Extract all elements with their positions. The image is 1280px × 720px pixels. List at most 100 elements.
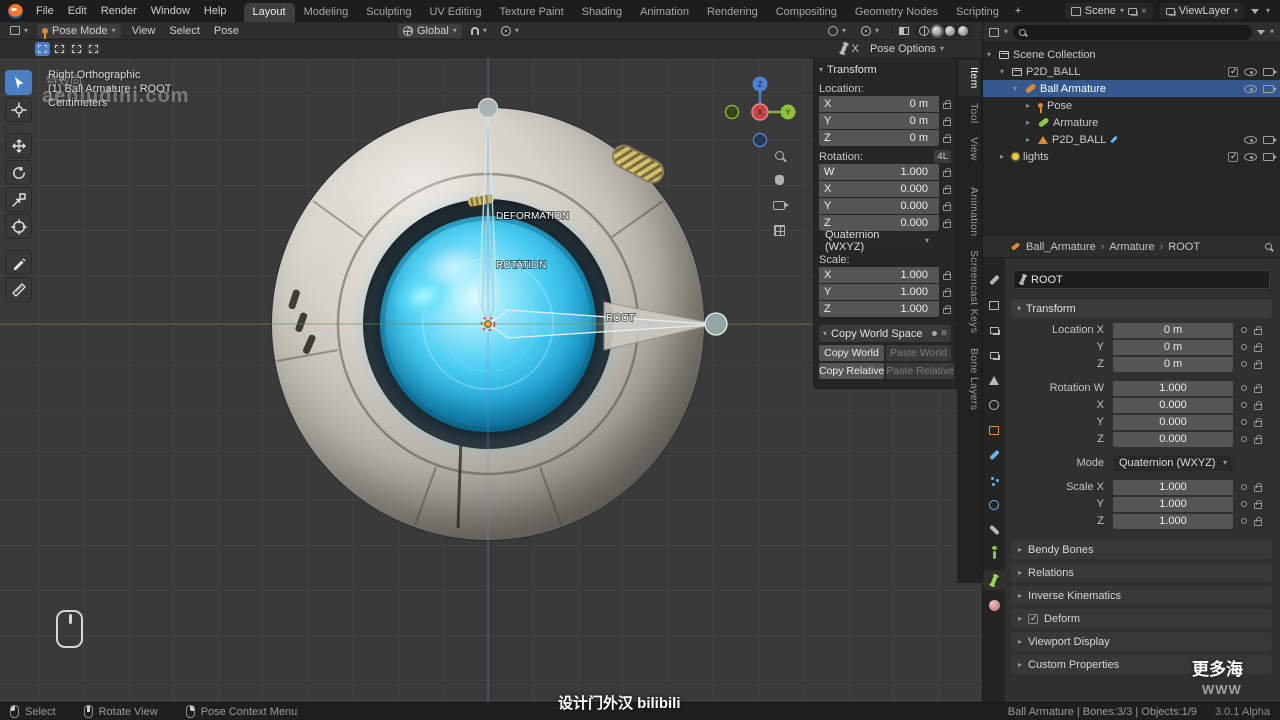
workspace-tab[interactable]: Layout — [243, 3, 295, 22]
number-field[interactable]: W 1.000 — [819, 164, 939, 180]
lock-icon[interactable] — [943, 99, 951, 109]
outliner-row-collection[interactable]: P2D_BALL — [983, 63, 1280, 80]
sidebar-tab[interactable]: Animation — [959, 180, 980, 243]
decorator-icon[interactable] — [1241, 501, 1247, 507]
tab-material[interactable] — [983, 595, 1005, 615]
menu-item[interactable]: Render — [94, 3, 144, 19]
decorator-icon[interactable] — [1241, 361, 1247, 367]
decorator-icon[interactable] — [1241, 436, 1247, 442]
workspace-tab[interactable]: Geometry Nodes — [846, 3, 947, 22]
lock-icon[interactable] — [1254, 359, 1262, 369]
viewport-menu-item[interactable]: Pose — [207, 23, 246, 39]
number-field[interactable]: 1.000 — [1113, 479, 1233, 495]
expand-caret-icon[interactable] — [983, 50, 995, 59]
tab-output[interactable] — [983, 320, 1005, 340]
tab-scene[interactable] — [983, 370, 1005, 390]
breadcrumb-data[interactable]: Armature — [1109, 241, 1154, 253]
hide-eye-icon[interactable] — [1244, 84, 1257, 93]
workspace-tab[interactable]: Texture Paint — [490, 3, 572, 22]
decorator-icon[interactable] — [1241, 402, 1247, 408]
tab-view-layer[interactable] — [983, 345, 1005, 365]
menu-item[interactable]: Help — [197, 3, 234, 19]
proportional-edit-toggle[interactable] — [496, 25, 524, 37]
menu-item[interactable]: File — [29, 3, 61, 19]
panel-inverse-kinematics[interactable]: Inverse Kinematics — [1011, 586, 1272, 605]
breadcrumb-bone[interactable]: ROOT — [1168, 241, 1200, 253]
decorator-icon[interactable] — [1241, 484, 1247, 490]
xray-toggle-icon[interactable] — [899, 26, 909, 35]
rotation-4l-toggle[interactable]: 4L — [934, 150, 951, 163]
panel-bendy-bones[interactable]: Bendy Bones — [1011, 540, 1272, 559]
render-camera-icon[interactable] — [1263, 135, 1277, 144]
hide-eye-icon[interactable] — [1244, 135, 1257, 144]
workspace-tab[interactable]: Shading — [573, 3, 631, 22]
tab-bone[interactable] — [983, 570, 1005, 590]
lock-icon[interactable] — [943, 167, 951, 177]
lock-icon[interactable] — [1254, 434, 1262, 444]
material-shading-icon[interactable] — [945, 25, 955, 36]
decorator-icon[interactable] — [1241, 419, 1247, 425]
copy-world-button[interactable]: Copy World — [819, 345, 884, 361]
add-workspace-button[interactable]: + — [1008, 3, 1028, 19]
number-field[interactable]: 1.000 — [1113, 496, 1233, 512]
toggle-grid-icon[interactable] — [770, 221, 788, 239]
filter-icon[interactable] — [1256, 29, 1265, 35]
search-input[interactable] — [1029, 26, 1246, 38]
number-field[interactable]: 0 m — [1113, 339, 1233, 355]
menu-item[interactable]: Window — [144, 3, 197, 19]
workspace-tab[interactable]: Modeling — [295, 3, 358, 22]
outliner-editor-icon[interactable] — [989, 27, 999, 37]
tool-transform[interactable] — [5, 214, 32, 239]
root-handle-sphere[interactable] — [704, 312, 728, 336]
viewport-menu-item[interactable]: Select — [162, 23, 207, 39]
exclude-checkbox[interactable] — [1228, 66, 1238, 77]
tool-annotate[interactable] — [5, 250, 32, 275]
lock-icon[interactable] — [1254, 499, 1262, 509]
number-field[interactable]: Z 0 m — [819, 130, 939, 146]
gizmo-z-neg-axis[interactable] — [752, 132, 768, 148]
tab-tool[interactable] — [983, 270, 1005, 290]
decorator-icon[interactable] — [1241, 327, 1247, 333]
number-field[interactable]: 1.000 — [1113, 513, 1233, 529]
chevron-down-icon[interactable] — [1004, 28, 1008, 36]
overlays-toggle[interactable] — [856, 25, 884, 37]
pan-hand-icon[interactable] — [770, 171, 788, 189]
mode-dropdown[interactable]: Pose Mode — [37, 23, 121, 39]
tool-rotate[interactable] — [5, 160, 32, 185]
lock-icon[interactable] — [1254, 400, 1262, 410]
tab-world[interactable] — [983, 395, 1005, 415]
chevron-down-icon[interactable] — [1266, 7, 1270, 15]
navigation-gizmo[interactable]: Z Y X — [722, 70, 798, 154]
lock-icon[interactable] — [1254, 342, 1262, 352]
exclude-checkbox[interactable] — [1228, 151, 1238, 162]
wireframe-shading-icon[interactable] — [919, 25, 929, 36]
tab-object[interactable] — [983, 420, 1005, 440]
transform-panel-header[interactable]: Transform — [819, 61, 951, 78]
snap-toggle[interactable] — [466, 26, 492, 36]
render-camera-icon[interactable] — [1263, 84, 1277, 93]
number-field[interactable]: X 0 m — [819, 96, 939, 112]
panel-relations[interactable]: Relations — [1011, 563, 1272, 582]
expand-caret-icon[interactable] — [1022, 135, 1034, 144]
panel-menu-icon[interactable] — [941, 328, 947, 339]
outliner-row-pose[interactable]: Pose — [983, 97, 1280, 114]
sidebar-tab[interactable]: View — [959, 130, 980, 168]
number-field[interactable]: 0 m — [1113, 356, 1233, 372]
mirror-x-toggle[interactable]: X — [852, 43, 859, 55]
breadcrumb-object[interactable]: Ball_Armature — [1026, 241, 1096, 253]
outliner-row-mesh[interactable]: P2D_BALL — [983, 131, 1280, 148]
scene-selector[interactable]: Scene × — [1064, 3, 1153, 19]
viewlayer-selector[interactable]: ViewLayer — [1159, 3, 1244, 19]
workspace-tab[interactable]: Compositing — [767, 3, 846, 22]
expand-caret-icon[interactable] — [1009, 84, 1021, 93]
sidebar-tab[interactable]: Bone Layers — [959, 341, 980, 417]
lock-icon[interactable] — [943, 116, 951, 126]
number-field[interactable]: Y 1.000 — [819, 284, 939, 300]
select-mode-extend-icon[interactable] — [52, 41, 67, 56]
number-field[interactable]: 0 m — [1113, 322, 1233, 338]
expand-caret-icon[interactable] — [996, 67, 1008, 76]
workspace-tab[interactable]: Sculpting — [357, 3, 420, 22]
tab-particles[interactable] — [983, 470, 1005, 490]
bone-name-field[interactable]: ROOT — [1013, 270, 1270, 289]
rotation-mode-dropdown[interactable]: Quaternion (WXYZ) — [1113, 455, 1233, 471]
